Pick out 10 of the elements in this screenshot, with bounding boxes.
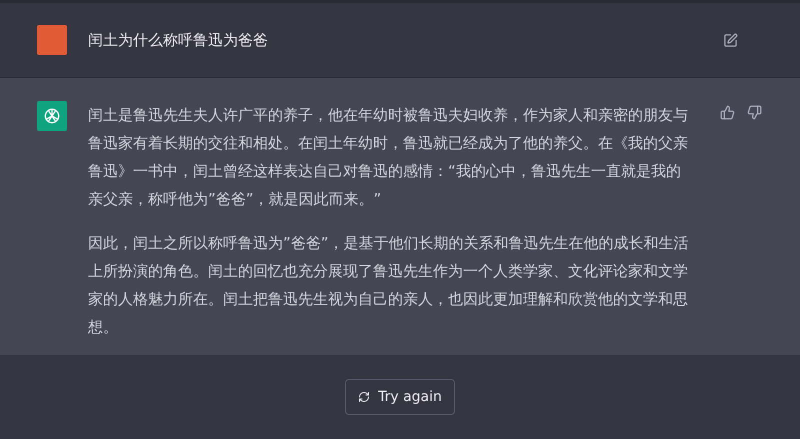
- user-message-text: 闰土为什么称呼鲁迅为爸爸: [88, 30, 269, 51]
- thumbs-up-icon[interactable]: [720, 105, 735, 120]
- user-avatar: [37, 25, 67, 55]
- answer-paragraph: 闰土是鲁迅先生夫人许广平的养子，他在年幼时被鲁迅夫妇收养，作为家人和亲密的朋友与鲁迅家有着长期的交往和相处。在闰土年幼时，鲁迅就已经成为了他的养父。在《我的父亲鲁迅》一书中，闰土曾经这样表达自己对鲁迅的感情：“我的心中，鲁迅先生一直就是我的亲父亲，称呼他为”爸爸”，就是因此而来。”: [88, 105, 689, 210]
- logo-icon: [42, 106, 62, 126]
- try-again-button[interactable]: Try again: [345, 379, 455, 415]
- thumbs-down-icon[interactable]: [747, 105, 762, 120]
- edit-icon[interactable]: [723, 32, 738, 48]
- refresh-icon: [358, 391, 370, 403]
- answer-paragraph: 因此，闰土之所以称呼鲁迅为”爸爸”，是基于他们长期的关系和鲁迅先生在他的成长和生活上所扮演的角色。闰土的回忆也充分展现了鲁迅先生作为一个人类学家、文化评论家和文学家的人格魅力所在。闰土把鲁迅先生视为自己的亲人，也因此更加理解和欣赏他的文学和思想。: [88, 233, 690, 338]
